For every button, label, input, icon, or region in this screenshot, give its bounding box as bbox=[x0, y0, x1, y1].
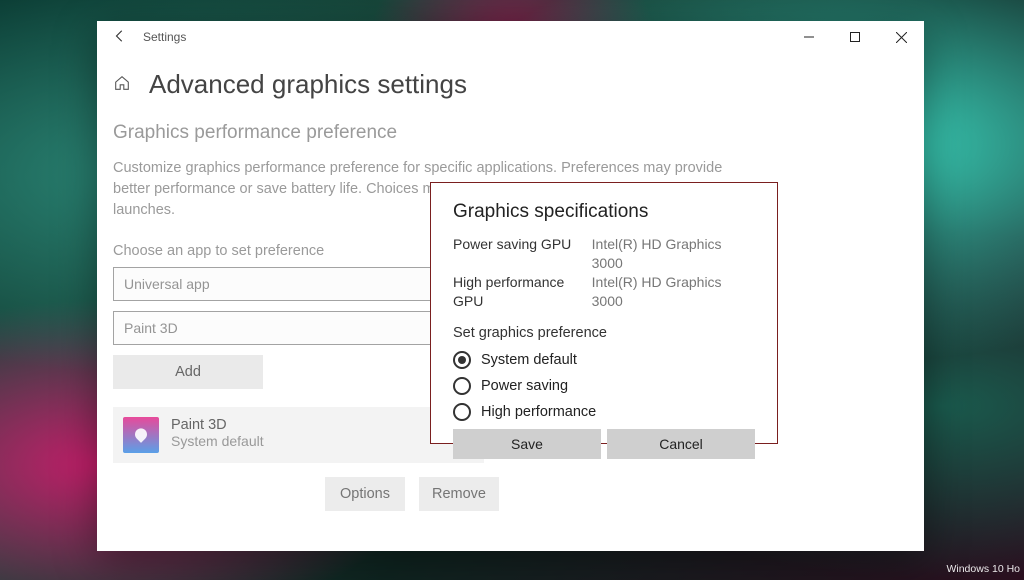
options-button[interactable]: Options bbox=[325, 477, 405, 511]
app-select-value: Paint 3D bbox=[124, 320, 178, 336]
app-type-value: Universal app bbox=[124, 276, 210, 292]
radio-icon bbox=[453, 351, 471, 369]
watermark: Windows 10 Ho bbox=[946, 563, 1020, 576]
app-name: Paint 3D bbox=[171, 417, 264, 433]
set-preference-label: Set graphics preference bbox=[453, 325, 755, 341]
spec-value: Intel(R) HD Graphics 3000 bbox=[592, 273, 755, 311]
titlebar: Settings bbox=[97, 21, 924, 53]
app-card[interactable]: Paint 3D System default bbox=[113, 407, 484, 463]
radio-label: System default bbox=[481, 352, 577, 368]
settings-window: Settings Advanced graphics settings Grap… bbox=[97, 21, 924, 551]
radio-high-performance[interactable]: High performance bbox=[453, 403, 755, 421]
home-icon[interactable] bbox=[113, 74, 131, 96]
app-meta: Paint 3D System default bbox=[171, 417, 264, 453]
back-button[interactable] bbox=[105, 29, 135, 46]
spec-key: High performance GPU bbox=[453, 273, 592, 311]
cancel-button[interactable]: Cancel bbox=[607, 429, 755, 459]
app-label: Settings bbox=[143, 30, 186, 44]
add-button[interactable]: Add bbox=[113, 355, 263, 389]
radio-system-default[interactable]: System default bbox=[453, 351, 755, 369]
close-button[interactable] bbox=[878, 21, 924, 53]
app-row-buttons: Options Remove bbox=[325, 477, 908, 511]
spec-key: Power saving GPU bbox=[453, 235, 592, 273]
page-header: Advanced graphics settings bbox=[113, 69, 908, 100]
radio-label: Power saving bbox=[481, 378, 568, 394]
section-title: Graphics performance preference bbox=[113, 122, 908, 144]
app-subtitle: System default bbox=[171, 433, 264, 449]
paint3d-icon bbox=[123, 417, 159, 453]
remove-button[interactable]: Remove bbox=[419, 477, 499, 511]
app-type-select[interactable]: Universal app bbox=[113, 267, 484, 301]
radio-icon bbox=[453, 377, 471, 395]
graphics-spec-dialog: Graphics specifications Power saving GPU… bbox=[430, 182, 778, 444]
maximize-button[interactable] bbox=[832, 21, 878, 53]
radio-icon bbox=[453, 403, 471, 421]
radio-label: High performance bbox=[481, 404, 596, 420]
app-select[interactable]: Paint 3D bbox=[113, 311, 484, 345]
window-controls bbox=[786, 21, 924, 53]
spec-row: High performance GPU Intel(R) HD Graphic… bbox=[453, 273, 755, 311]
spec-value: Intel(R) HD Graphics 3000 bbox=[592, 235, 755, 273]
page-title: Advanced graphics settings bbox=[149, 69, 467, 100]
dialog-title: Graphics specifications bbox=[453, 201, 755, 223]
dialog-buttons: Save Cancel bbox=[453, 429, 755, 459]
minimize-button[interactable] bbox=[786, 21, 832, 53]
spec-row: Power saving GPU Intel(R) HD Graphics 30… bbox=[453, 235, 755, 273]
radio-power-saving[interactable]: Power saving bbox=[453, 377, 755, 395]
save-button[interactable]: Save bbox=[453, 429, 601, 459]
